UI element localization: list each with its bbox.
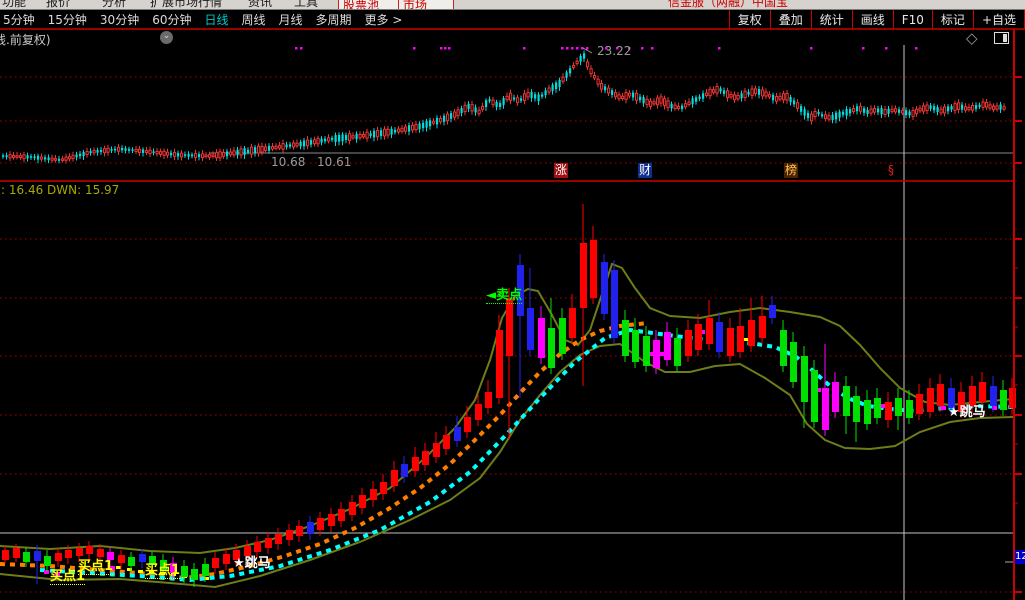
overview-peak-price: 23.22 — [597, 44, 631, 58]
watermark-char-3: § — [884, 163, 898, 178]
overview-price-a: 10.68 — [271, 155, 305, 169]
chart-title-fragment: 线.前复权) — [0, 31, 51, 48]
annotation-★跳马: ★跳马 — [233, 557, 271, 570]
watermark-char-0: 涨 — [554, 163, 568, 178]
annotation-卖点: ◄卖点 — [486, 289, 522, 302]
indicator-values: : 16.46 DWN: 15.97 — [1, 183, 119, 197]
annotation-买点1: 买点1 — [145, 564, 180, 577]
watermark-char-2: 榜 — [784, 163, 798, 178]
annotation-买点1: 买点1 — [78, 560, 113, 573]
window-split-icon[interactable] — [994, 32, 1009, 44]
watermark-char-1: 财 — [638, 163, 652, 178]
overview-price-b: 10.61 — [317, 155, 351, 169]
chevron-down-icon[interactable]: ⌄ — [160, 31, 173, 44]
axis-price-badge: 12 — [1015, 550, 1025, 564]
annotation-★跳马: ★跳马 — [948, 406, 986, 419]
app-window: 功能报价分析扩展市场行情资讯工具股票池市场信金服（两融）中国宝 5分钟15分钟3… — [0, 0, 1025, 600]
diamond-icon[interactable]: ◇ — [966, 29, 978, 47]
